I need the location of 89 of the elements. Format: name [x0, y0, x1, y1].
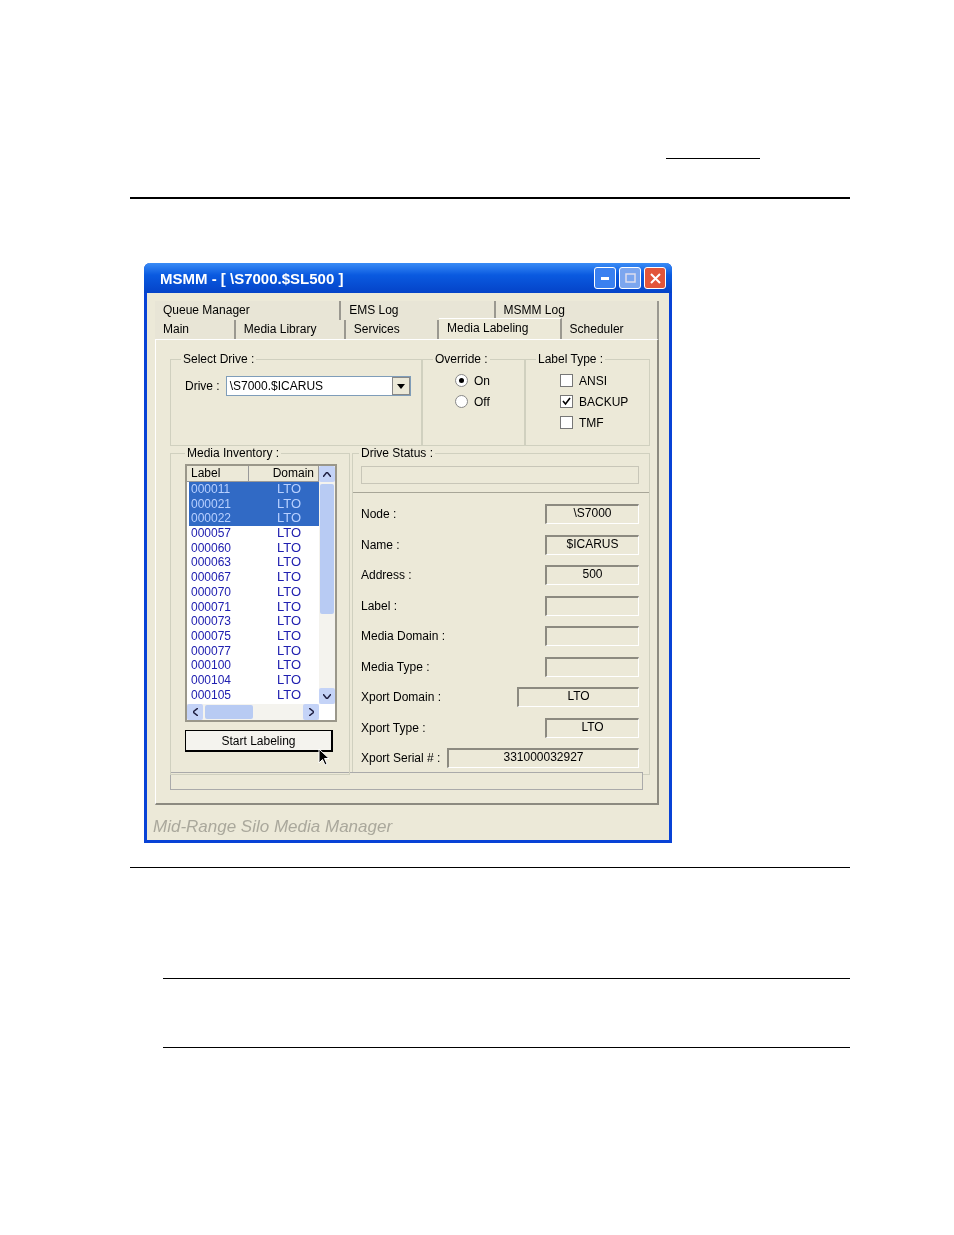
horizontal-scrollbar[interactable] — [187, 704, 319, 720]
minimize-button[interactable] — [594, 267, 616, 289]
readonly-field: 331000032927 — [447, 748, 639, 769]
table-cell-text: 000105 — [190, 687, 233, 703]
tab[interactable]: Media Library — [235, 320, 346, 339]
table-cell-text: LTO — [276, 540, 303, 556]
maximize-icon — [624, 273, 636, 283]
tab[interactable]: EMS Log — [341, 301, 496, 320]
close-button[interactable] — [644, 267, 666, 289]
field-label: Name : — [361, 537, 400, 552]
minimize-icon — [601, 276, 609, 280]
group-title: Drive Status : — [360, 446, 435, 460]
table-cell-text: LTO — [276, 482, 303, 497]
checkbox[interactable] — [560, 395, 573, 408]
group-title: Label Type : — [537, 352, 605, 366]
table-cell-text: LTO — [276, 555, 303, 571]
checkbox-label: ANSI — [579, 373, 607, 388]
checkbox-label: BACKUP — [579, 394, 629, 409]
table-cell-text: LTO — [276, 496, 303, 512]
field-label: Xport Serial # : — [361, 751, 441, 766]
table-cell-text: 000057 — [190, 526, 233, 541]
tab[interactable]: MSMM Log — [495, 301, 659, 320]
radio-label: Off — [474, 394, 490, 409]
table-cell-text: LTO — [276, 570, 303, 585]
table-cell-text: LTO — [276, 526, 303, 541]
dropdown-arrow-icon — [397, 383, 405, 389]
tab[interactable]: Media Labeling — [439, 318, 562, 339]
checkbox[interactable] — [560, 374, 573, 387]
table-cell-text: 000073 — [190, 614, 233, 629]
group-title: Media Inventory : — [186, 446, 281, 460]
table-cell-text: 000104 — [190, 672, 233, 688]
column-header[interactable]: Domain — [249, 466, 319, 482]
vertical-scrollbar[interactable] — [319, 466, 335, 704]
table-cell-text: 000075 — [190, 628, 233, 644]
cursor-icon — [318, 748, 330, 766]
field-label: Media Type : — [361, 659, 430, 674]
table-cell-text: LTO — [276, 643, 303, 659]
table-cell-text: 000021 — [190, 496, 233, 512]
maximize-button[interactable] — [619, 267, 641, 289]
table-cell-text: LTO — [276, 687, 303, 703]
table-cell-text: LTO — [276, 584, 303, 600]
chevron-right-icon — [308, 708, 314, 716]
radio-button[interactable] — [455, 374, 468, 387]
table-cell-text: 000067 — [190, 570, 233, 585]
column-header[interactable]: Label — [187, 466, 249, 482]
drive-label: Drive : — [185, 379, 220, 393]
table-cell-text: LTO — [276, 672, 303, 688]
field-label: Node : — [361, 507, 397, 522]
start-labeling-button[interactable]: Start Labeling — [185, 730, 333, 752]
window-title: MSMM - [ \S7000.$SL500 ] — [160, 269, 345, 287]
close-icon — [649, 272, 661, 284]
field-label: Address : — [361, 568, 412, 583]
readonly-field: \S7000 — [545, 504, 639, 525]
chevron-up-icon — [323, 471, 331, 477]
chevron-left-icon — [192, 708, 198, 716]
checkbox[interactable] — [560, 416, 573, 429]
table-cell-text: 000070 — [190, 584, 233, 600]
field-label: Label : — [361, 598, 398, 613]
radio-button[interactable] — [455, 395, 468, 408]
table-cell-text: LTO — [276, 599, 303, 615]
readonly-field: LTO — [545, 717, 639, 738]
table-cell-text: 000063 — [190, 555, 233, 571]
drive-dropdown[interactable]: \S7000.$ICARUS — [225, 376, 411, 396]
checkbox-label: TMF — [579, 415, 604, 430]
tab[interactable]: Main — [155, 320, 236, 339]
table-cell-text: LTO — [276, 658, 303, 673]
readonly-field: $ICARUS — [545, 534, 639, 555]
table-cell-text: 000022 — [190, 511, 233, 527]
table-cell-text: 000011 — [190, 482, 232, 497]
table-cell-text: LTO — [276, 511, 303, 527]
field-label: Media Domain : — [361, 629, 446, 644]
chevron-down-icon — [323, 693, 331, 699]
group-title: Select Drive : — [182, 352, 256, 366]
readonly-field: LTO — [517, 687, 639, 708]
table-cell-text: 000060 — [190, 540, 233, 556]
tab[interactable]: Scheduler — [561, 320, 659, 339]
table-cell-text: 000071 — [190, 599, 233, 615]
tab[interactable]: Services — [345, 320, 439, 339]
table-cell-text: LTO — [276, 628, 303, 644]
group-title: Override : — [434, 352, 489, 366]
table-cell-text: 000077 — [190, 643, 233, 659]
field-label: Xport Domain : — [361, 690, 442, 705]
table-cell-text: 000100 — [190, 658, 233, 673]
table-cell-text: LTO — [276, 614, 303, 629]
readonly-field: 500 — [545, 565, 639, 586]
radio-label: On — [474, 373, 490, 388]
footer-text: Mid-Range Silo Media Manager — [153, 817, 394, 837]
field-label: Xport Type : — [361, 720, 426, 735]
tab[interactable]: Queue Manager — [155, 301, 342, 320]
